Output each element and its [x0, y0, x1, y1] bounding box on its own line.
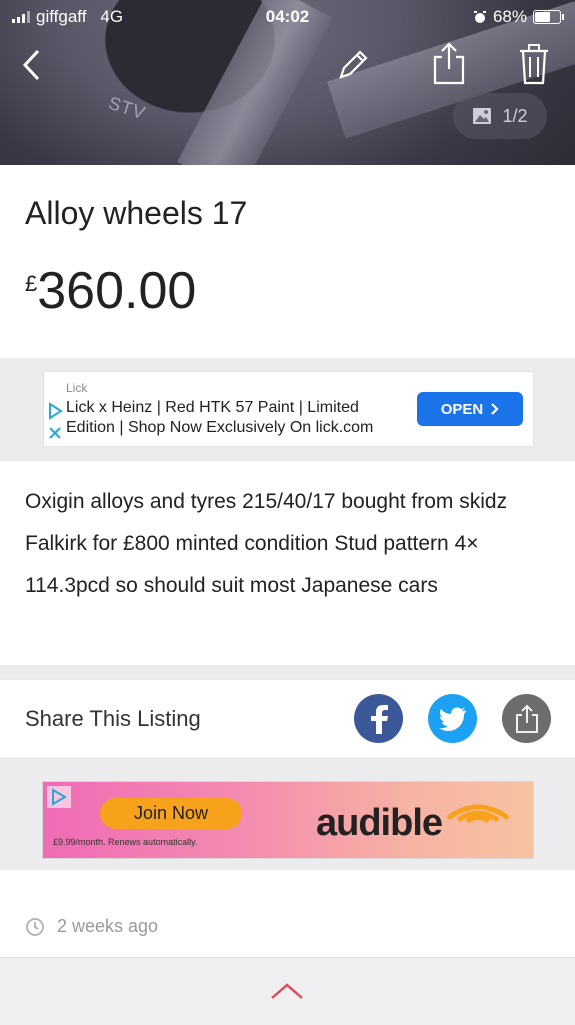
adchoices-icon[interactable] [47, 402, 63, 442]
adchoices-icon[interactable] [47, 786, 71, 808]
audible-ad[interactable]: Join Now £9.99/month. Renews automatical… [42, 781, 534, 859]
battery-percent: 68% [492, 7, 527, 26]
price-amount: 360.00 [37, 262, 197, 320]
share-button[interactable] [428, 40, 470, 86]
twitter-icon [438, 706, 466, 731]
share-icon [515, 704, 538, 733]
image-icon [473, 108, 492, 124]
ad-banner-bottom: Join Now £9.99/month. Renews automatical… [0, 757, 575, 870]
back-icon [22, 49, 40, 81]
share-section: Share This Listing [0, 679, 575, 758]
listing-title: Alloy wheels 17 [25, 195, 248, 231]
share-icon [433, 42, 465, 85]
lick-ad[interactable]: Lick Lick x Heinz | Red HTK 57 Paint | L… [43, 371, 534, 447]
back-button[interactable] [14, 48, 48, 82]
audible-wave-icon [446, 804, 510, 824]
ad-open-label: OPEN [440, 400, 484, 418]
delete-button[interactable] [514, 42, 554, 86]
photo-counter-text: 1/2 [502, 105, 528, 126]
join-now-button[interactable]: Join Now [100, 798, 242, 829]
edit-icon [339, 50, 368, 79]
audible-logo-text: audible [316, 802, 443, 844]
photo-counter[interactable]: 1/2 [453, 93, 547, 139]
alarm-icon [473, 11, 486, 23]
ad-open-button[interactable]: OPEN [417, 392, 523, 426]
trash-icon [520, 44, 548, 85]
ad-brand: Lick [66, 381, 88, 395]
status-bar: giffgaff 4G 04:02 68% [0, 0, 575, 34]
twitter-share-button[interactable] [428, 694, 477, 743]
ad-banner-top: Lick Lick x Heinz | Red HTK 57 Paint | L… [0, 358, 575, 461]
section-divider [0, 665, 575, 679]
clock-icon [26, 917, 44, 936]
edit-button[interactable] [332, 44, 374, 86]
facebook-share-button[interactable] [354, 694, 403, 743]
generic-share-button[interactable] [502, 694, 551, 743]
listing-price: £360.00 [25, 261, 196, 321]
listing-summary: Alloy wheels 17 £360.00 [0, 165, 575, 358]
ad-fine-print: £9.99/month. Renews automatically. [53, 837, 198, 847]
chevron-right-icon [491, 403, 499, 415]
facebook-icon [370, 704, 388, 734]
expand-button[interactable] [266, 976, 308, 1006]
listing-description: Oxigin alloys and tyres 215/40/17 bought… [25, 490, 508, 597]
posted-time: 2 weeks ago [25, 916, 158, 937]
bottom-bar [0, 957, 575, 1025]
battery-icon [533, 10, 564, 24]
share-label: Share This Listing [25, 706, 201, 731]
rim-text: STV [105, 92, 149, 124]
ad-text: Lick x Heinz | Red HTK 57 Paint | Limite… [66, 399, 374, 436]
price-currency: £ [25, 271, 38, 296]
posted-text: 2 weeks ago [57, 916, 159, 936]
chevron-up-icon [271, 983, 303, 999]
